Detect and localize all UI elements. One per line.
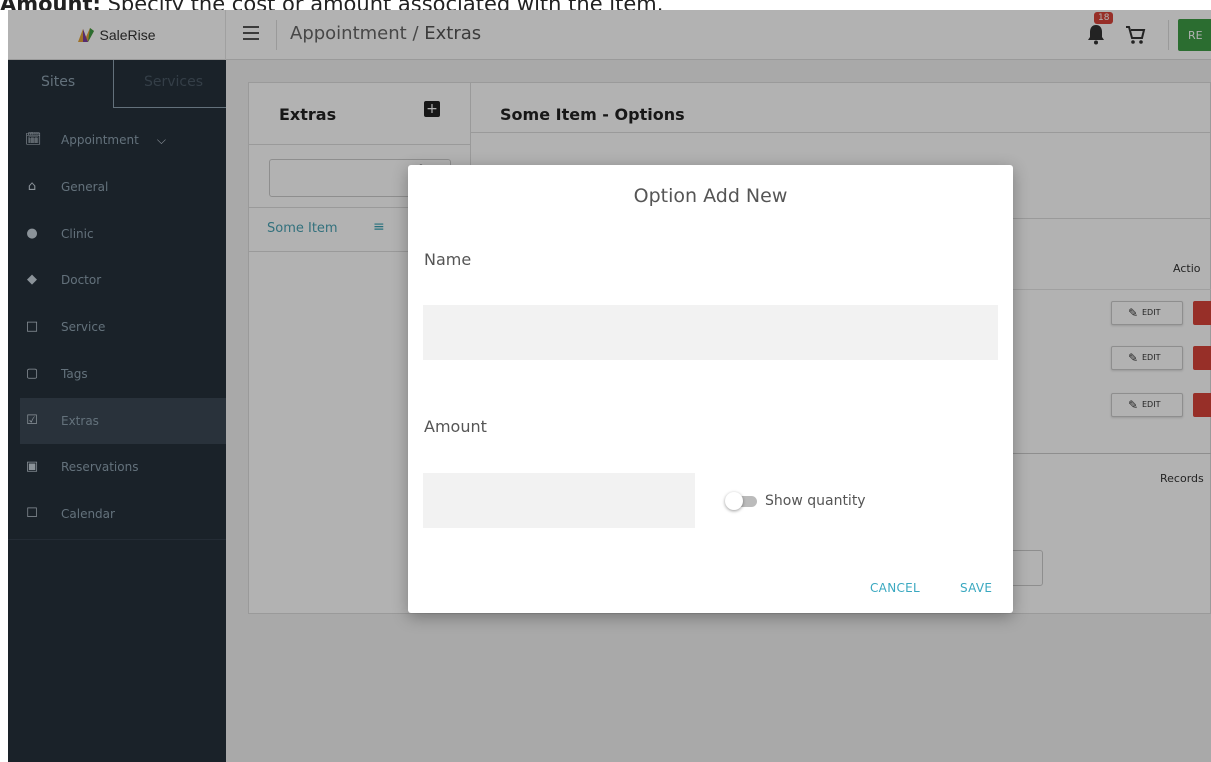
caption-rest: Specify the cost or amount associated wi… — [101, 0, 664, 10]
option-add-dialog: Option Add New Name Amount Show quantity… — [408, 165, 1013, 613]
caption-text: Amount: Specify the cost or amount assoc… — [0, 0, 663, 10]
save-button[interactable]: SAVE — [960, 581, 992, 595]
amount-label: Amount — [424, 417, 487, 436]
name-label: Name — [424, 250, 472, 269]
cancel-button[interactable]: CANCEL — [870, 581, 920, 595]
dialog-title: Option Add New — [633, 185, 788, 207]
toggle-knob — [725, 492, 743, 510]
caption-bold: Amount: — [0, 0, 101, 10]
name-field[interactable] — [423, 305, 998, 360]
app-window: SaleRise Appointment / Extras 18 RE Site… — [8, 10, 1211, 762]
show-quantity-label: Show quantity — [765, 493, 866, 509]
show-quantity-toggle[interactable] — [725, 492, 757, 510]
amount-field[interactable] — [423, 473, 695, 528]
